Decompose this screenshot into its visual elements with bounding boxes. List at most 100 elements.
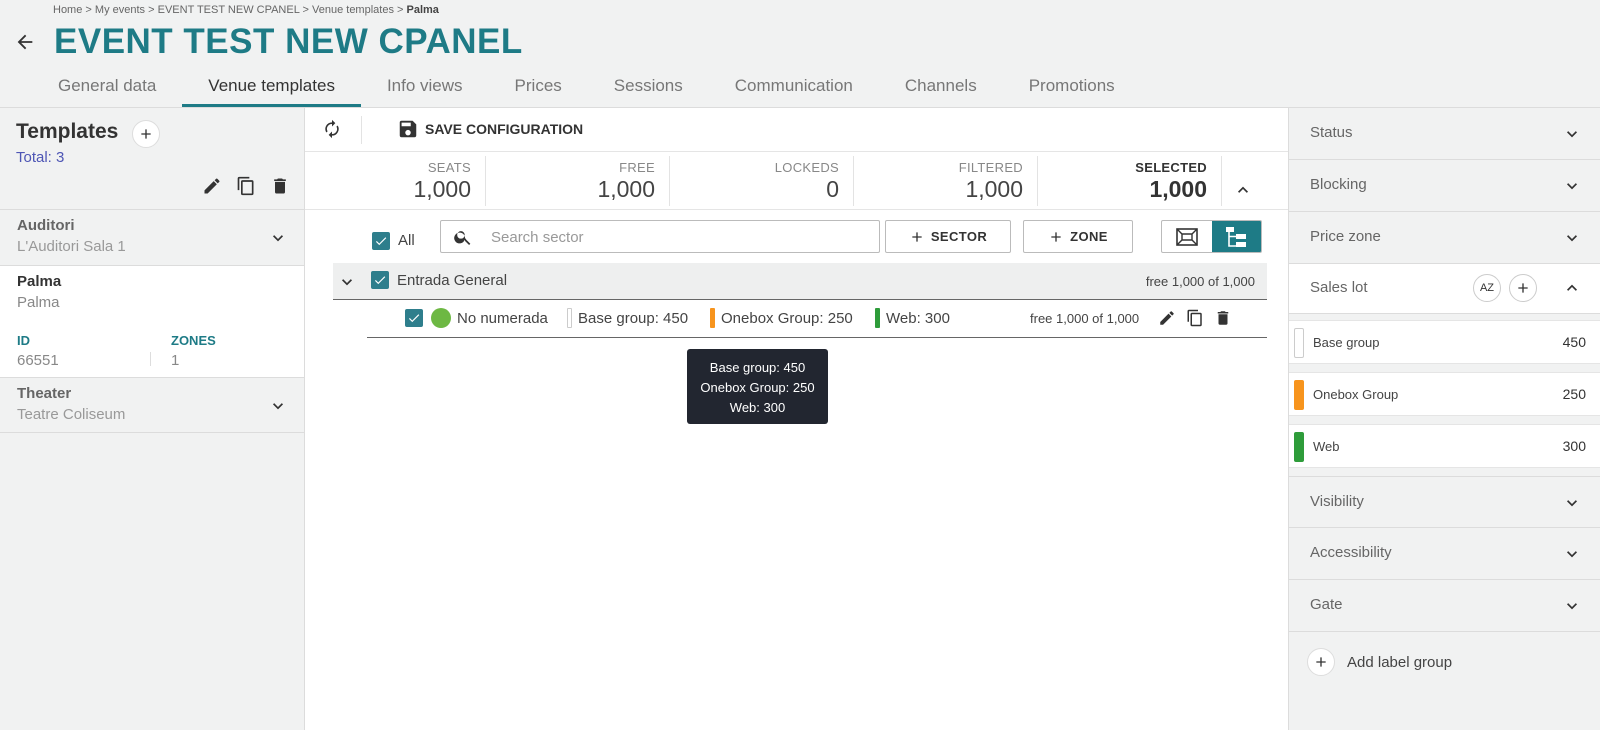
template-name: Auditori <box>17 217 75 234</box>
lot-color-swatch <box>1294 432 1304 462</box>
chevron-down-icon <box>1562 544 1582 564</box>
tab-communication[interactable]: Communication <box>709 66 879 107</box>
check-icon <box>375 237 387 246</box>
venue-map-icon <box>1175 227 1198 246</box>
search-sector-field <box>440 220 880 253</box>
lot-count: 300 <box>1562 438 1586 454</box>
zone-checkbox[interactable] <box>405 309 423 327</box>
sort-az-button[interactable]: AZ <box>1473 274 1501 302</box>
lot-color-swatch <box>1294 380 1304 410</box>
template-item-palma[interactable]: Palma Palma ID 66551 ZONES 1 <box>0 265 304 377</box>
chevron-down-icon <box>1562 124 1582 144</box>
tab-venue-templates[interactable]: Venue templates <box>182 66 361 107</box>
edit-template-button[interactable] <box>200 174 224 198</box>
chevron-down-icon[interactable] <box>268 396 288 416</box>
add-label-group-label: Add label group <box>1347 653 1453 671</box>
add-sales-lot-button[interactable] <box>1509 274 1537 302</box>
trash-icon <box>1217 311 1229 325</box>
zone-name: No numerada <box>457 310 548 327</box>
select-all-checkbox[interactable] <box>372 232 390 250</box>
chevron-down-icon[interactable] <box>337 272 357 292</box>
template-zones-label: ZONES <box>171 333 216 348</box>
seat-stats: SEATS 1,000 FREE 1,000 LOCKEDS 0 FILTERE… <box>305 152 1288 210</box>
back-arrow-icon[interactable] <box>14 31 36 53</box>
tree-view-button[interactable] <box>1211 221 1261 252</box>
pencil-icon <box>1160 311 1174 325</box>
accordion-price-zone[interactable]: Price zone <box>1289 212 1600 264</box>
breadcrumb-home[interactable]: Home <box>53 4 82 16</box>
breadcrumb-my-events[interactable]: My events <box>95 4 145 16</box>
sales-lot-base-group[interactable]: Base group 450 <box>1289 320 1600 364</box>
sales-lot-web[interactable]: Web 300 <box>1289 424 1600 468</box>
tooltip-line: Web: 300 <box>729 400 786 415</box>
tab-promotions[interactable]: Promotions <box>1003 66 1141 107</box>
accordion-accessibility[interactable]: Accessibility <box>1289 528 1600 580</box>
search-sector-input[interactable] <box>491 226 871 248</box>
chevron-down-icon <box>1562 596 1582 616</box>
tab-sessions[interactable]: Sessions <box>588 66 709 107</box>
chevron-down-icon <box>1562 176 1582 196</box>
accordion-blocking[interactable]: Blocking <box>1289 160 1600 212</box>
template-actions <box>200 174 292 198</box>
copy-zone-button[interactable] <box>1185 308 1205 328</box>
chevron-up-icon[interactable] <box>1233 180 1253 200</box>
sales-lot-onebox-group[interactable]: Onebox Group 250 <box>1289 372 1600 416</box>
template-zones-value: 1 <box>171 352 180 369</box>
breadcrumb: Home > My events > EVENT TEST NEW CPANEL… <box>53 4 439 16</box>
accordion-status[interactable]: Status <box>1289 108 1600 160</box>
stat-value: 1,000 <box>413 176 471 202</box>
lot-name: Onebox Group <box>1313 387 1399 402</box>
template-item-theater[interactable]: Theater Teatre Coliseum <box>0 377 304 433</box>
accordion-label: Blocking <box>1310 176 1367 193</box>
stat-value: 1,000 <box>965 176 1023 202</box>
refresh-icon[interactable] <box>322 119 344 141</box>
add-label-group-button[interactable]: Add label group <box>1307 648 1452 676</box>
zone-actions <box>1157 308 1233 328</box>
accordion-label: Visibility <box>1310 493 1364 510</box>
copy-icon <box>1187 309 1202 327</box>
tooltip-line: Base group: 450 <box>709 360 806 375</box>
add-sector-label: SECTOR <box>930 229 988 244</box>
breadcrumb-venue-templates[interactable]: Venue templates <box>312 4 394 16</box>
chevron-up-icon[interactable] <box>1562 278 1582 298</box>
plus-icon <box>1307 648 1335 676</box>
template-name: Theater <box>17 385 72 402</box>
template-id-value: 66551 <box>17 352 59 369</box>
stat-free: FREE 1,000 <box>485 152 669 210</box>
template-name: Palma <box>17 273 62 290</box>
breadcrumb-current: Palma <box>406 4 439 16</box>
add-zone-button[interactable]: ZONE <box>1023 220 1133 253</box>
stat-label: FILTERED <box>958 160 1023 175</box>
copy-icon <box>237 176 254 196</box>
tab-info-views[interactable]: Info views <box>361 66 489 107</box>
stat-label: SELECTED <box>1135 160 1207 175</box>
trash-icon <box>274 178 286 194</box>
plus-icon <box>1518 283 1528 293</box>
tab-general-data[interactable]: General data <box>32 66 182 107</box>
sector-row[interactable]: Entrada General free 1,000 of 1,000 <box>333 263 1267 300</box>
tab-prices[interactable]: Prices <box>489 66 588 107</box>
accordion-gate[interactable]: Gate <box>1289 580 1600 632</box>
add-sector-button[interactable]: SECTOR <box>885 220 1011 253</box>
add-template-button[interactable] <box>132 120 160 148</box>
copy-template-button[interactable] <box>234 174 258 198</box>
template-item-auditori[interactable]: Auditori L'Auditori Sala 1 <box>0 209 304 265</box>
zone-row[interactable]: No numerada Base group: 450 Onebox Group… <box>367 300 1267 338</box>
filter-row: All SECTOR ZONE <box>305 218 1288 258</box>
lot-color-swatch <box>1294 328 1304 358</box>
save-configuration-button[interactable]: SAVE CONFIGURATION <box>397 118 583 140</box>
stat-value: 0 <box>826 176 839 202</box>
tab-bar: General data Venue templates Info views … <box>32 66 1141 107</box>
sector-checkbox[interactable] <box>371 271 389 289</box>
edit-zone-button[interactable] <box>1157 308 1177 328</box>
delete-zone-button[interactable] <box>1213 308 1233 328</box>
stat-value: 1,000 <box>597 176 655 202</box>
meta-divider <box>150 352 151 366</box>
map-view-button[interactable] <box>1162 221 1212 252</box>
chevron-down-icon[interactable] <box>268 228 288 248</box>
tab-channels[interactable]: Channels <box>879 66 1003 107</box>
accordion-visibility[interactable]: Visibility <box>1289 476 1600 528</box>
delete-template-button[interactable] <box>268 174 292 198</box>
breadcrumb-event[interactable]: EVENT TEST NEW CPANEL <box>158 4 300 16</box>
sector-name: Entrada General <box>397 272 508 289</box>
